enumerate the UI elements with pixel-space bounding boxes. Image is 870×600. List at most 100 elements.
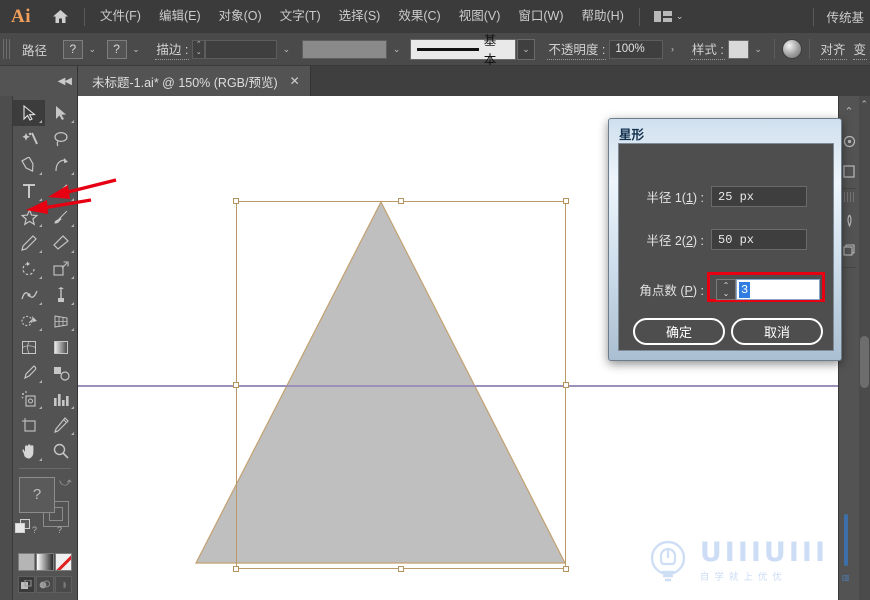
fill-swatch-button[interactable]: ? (62, 39, 83, 59)
transform-button[interactable]: 变 (852, 39, 868, 60)
radius-1-input[interactable]: 25 px (711, 186, 807, 207)
direct-selection-tool[interactable] (45, 100, 77, 126)
hand-tool[interactable] (13, 438, 45, 464)
draw-normal-button[interactable] (18, 576, 36, 593)
lasso-tool[interactable] (45, 126, 77, 152)
radius-2-input[interactable]: 50 px (711, 229, 807, 250)
handle-bottom-left[interactable] (233, 566, 239, 572)
menu-view[interactable]: 视图(V) (450, 0, 510, 33)
libraries-panel-icon[interactable] (839, 156, 859, 186)
menu-effect[interactable]: 效果(C) (389, 0, 449, 33)
symbols-panel-icon[interactable] (839, 235, 859, 265)
default-fill-stroke-icon[interactable] (15, 519, 32, 534)
stroke-weight-dropdown-icon[interactable]: ⌄ (277, 39, 295, 59)
stroke-weight-label[interactable]: 描边 : (155, 39, 190, 60)
eraser-tool[interactable] (45, 230, 77, 256)
menu-edit[interactable]: 编辑(E) (150, 0, 210, 33)
none-mode-button[interactable] (54, 553, 72, 571)
pen-tool[interactable] (13, 152, 45, 178)
width-tool[interactable] (13, 282, 45, 308)
menu-select[interactable]: 选择(S) (330, 0, 390, 33)
blend-tool[interactable] (45, 360, 77, 386)
curvature-tool[interactable] (45, 152, 77, 178)
column-graph-tool[interactable] (45, 386, 77, 412)
handle-bottom-center[interactable] (398, 566, 404, 572)
symbol-sprayer-tool[interactable] (13, 386, 45, 412)
stroke-weight-stepper[interactable]: ⌃ ⌄ (192, 39, 206, 59)
opacity-label[interactable]: 不透明度 : (547, 39, 607, 60)
graphic-style-swatch[interactable] (727, 39, 749, 59)
rotate-tool[interactable] (13, 256, 45, 282)
dock-grip[interactable] (844, 192, 854, 202)
collapse-panel-icon[interactable]: ◀◀ (0, 66, 78, 96)
handle-top-right[interactable] (563, 198, 569, 204)
brushes-panel-icon[interactable] (839, 205, 859, 235)
scale-tool[interactable] (45, 256, 77, 282)
gradient-tool[interactable] (45, 334, 77, 360)
paintbrush-tool[interactable] (45, 204, 77, 230)
draw-behind-button[interactable] (36, 576, 54, 593)
gradient-mode-button[interactable] (36, 553, 54, 571)
opacity-expand-icon[interactable]: › (664, 39, 681, 59)
scroll-up-icon[interactable]: ⌃ (860, 99, 868, 110)
stepper-down-icon[interactable]: ⌄ (723, 289, 730, 298)
handle-bottom-right[interactable] (563, 566, 569, 572)
handle-middle-right[interactable] (563, 382, 569, 388)
fill-dropdown-icon[interactable]: ⌄ (83, 39, 101, 59)
swap-fill-stroke-icon[interactable]: ⤻ (59, 475, 72, 490)
star-tool[interactable] (13, 204, 45, 230)
free-transform-tool[interactable] (45, 282, 77, 308)
perspective-grid-tool[interactable] (45, 308, 77, 334)
mesh-tool[interactable] (13, 334, 45, 360)
menu-window[interactable]: 窗口(W) (509, 0, 572, 33)
zoom-tool[interactable] (45, 438, 77, 464)
home-icon[interactable] (42, 9, 78, 24)
menu-type[interactable]: 文字(T) (271, 0, 330, 33)
stroke-weight-input[interactable] (205, 39, 277, 59)
fill-swatch[interactable]: ? (19, 477, 55, 513)
selection-tool[interactable] (13, 100, 45, 126)
opacity-input[interactable]: 100% (609, 39, 664, 59)
canvas-vertical-scrollbar[interactable] (859, 96, 870, 600)
color-mode-button[interactable] (18, 553, 36, 571)
menu-help[interactable]: 帮助(H) (573, 0, 633, 33)
dock-collapse-icon[interactable]: ⌃ (839, 96, 859, 126)
stroke-dropdown-icon[interactable]: ⌄ (127, 39, 145, 59)
workspace-switcher[interactable]: 传统基 (820, 7, 870, 26)
brush-dropdown-icon[interactable]: ⌄ (516, 38, 536, 60)
menu-object[interactable]: 对象(O) (210, 0, 271, 33)
close-icon[interactable]: ✕ (290, 74, 300, 88)
draw-inside-button[interactable] (54, 576, 72, 593)
eyedropper-tool[interactable] (13, 360, 45, 386)
points-input[interactable]: 3 (736, 279, 820, 300)
menu-file[interactable]: 文件(F) (91, 0, 150, 33)
stroke-swatch-button[interactable]: ? (106, 39, 127, 59)
handle-middle-left[interactable] (233, 382, 239, 388)
cancel-button[interactable]: 取消 (731, 318, 823, 345)
star-dialog[interactable]: 星形 半径 1(1) : 25 px 半径 2(2) : 50 px 角点数 (… (608, 118, 842, 361)
control-bar-grip[interactable] (3, 39, 12, 59)
properties-panel-icon[interactable] (839, 126, 859, 156)
handle-top-left[interactable] (233, 198, 239, 204)
arrange-documents-icon[interactable]: ⌄ (646, 11, 692, 22)
line-segment-tool[interactable] (45, 178, 77, 204)
shape-builder-tool[interactable] (13, 308, 45, 334)
points-stepper[interactable]: ⌃ ⌄ (716, 279, 736, 300)
ok-button[interactable]: 确定 (633, 318, 725, 345)
style-label[interactable]: 样式 : (690, 39, 725, 60)
align-button[interactable]: 对齐 (819, 39, 847, 60)
document-tab[interactable]: 未标题-1.ai* @ 150% (RGB/预览) ✕ (78, 66, 311, 96)
variable-width-profile[interactable] (301, 39, 388, 59)
brush-definition-box[interactable]: 基本 (410, 34, 516, 67)
selection-bounding-box[interactable] (233, 198, 569, 572)
type-tool[interactable] (13, 178, 45, 204)
slice-tool[interactable] (45, 412, 77, 438)
artboard-tool[interactable] (13, 412, 45, 438)
handle-top-center[interactable] (398, 198, 404, 204)
style-dropdown-icon[interactable]: ⌄ (749, 39, 767, 59)
profile-dropdown-icon[interactable]: ⌄ (388, 39, 406, 59)
magic-wand-tool[interactable] (13, 126, 45, 152)
pencil-tool[interactable] (13, 230, 45, 256)
vertical-scroll-thumb[interactable] (860, 336, 869, 388)
recolor-artwork-icon[interactable] (781, 39, 802, 59)
